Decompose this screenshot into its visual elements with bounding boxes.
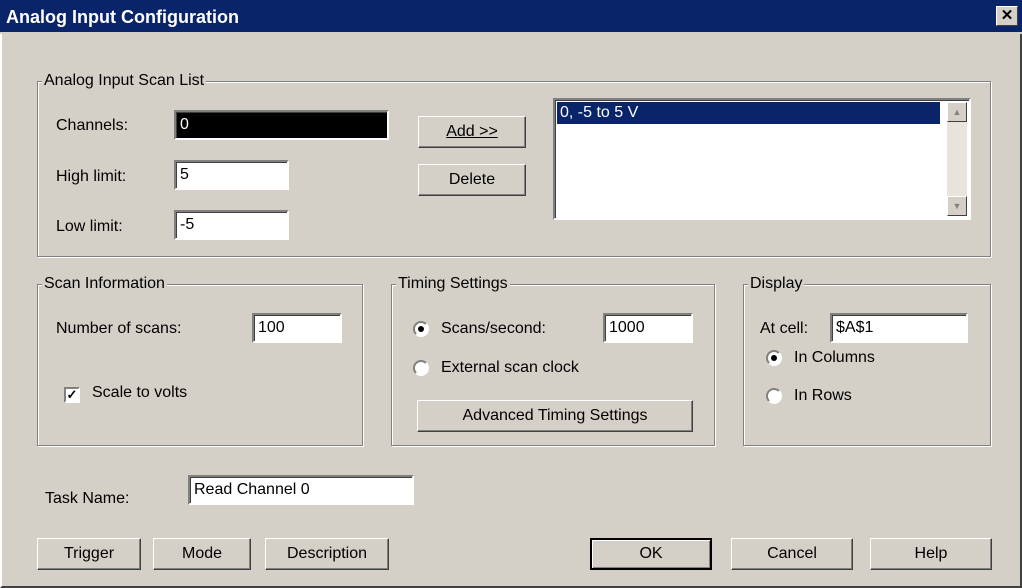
scan-info-group: Scan Information: [37, 275, 363, 446]
task-name-label: Task Name:: [45, 490, 130, 507]
help-button-label: Help: [914, 545, 948, 562]
mode-button-label: Mode: [181, 545, 223, 562]
low-limit-input[interactable]: -5: [174, 210, 289, 240]
window-title: Analog Input Configuration: [6, 7, 239, 27]
scale-to-volts-label: Scale to volts: [92, 384, 188, 401]
trigger-button[interactable]: Trigger: [37, 538, 141, 570]
trigger-button-label: Trigger: [63, 545, 115, 562]
timing-legend: Timing Settings: [396, 275, 510, 293]
channels-input[interactable]: 0: [174, 110, 389, 140]
scroll-up-icon[interactable]: ▲: [947, 102, 967, 122]
num-scans-label: Number of scans:: [56, 320, 182, 337]
description-button-label: Description: [286, 545, 368, 562]
scans-per-second-input[interactable]: 1000: [603, 313, 693, 343]
ok-button-label: OK: [639, 545, 663, 562]
title-bar: Analog Input Configuration ✕: [0, 0, 1022, 34]
low-limit-label: Low limit:: [56, 218, 123, 235]
scale-to-volts-checkbox[interactable]: ✓: [64, 387, 80, 403]
scan-list-box[interactable]: 0, -5 to 5 V ▲ ▼: [553, 98, 971, 220]
delete-button[interactable]: Delete: [418, 164, 526, 196]
in-rows-label: In Rows: [794, 387, 852, 404]
advanced-timing-label: Advanced Timing Settings: [462, 407, 648, 424]
in-columns-radio[interactable]: [766, 350, 782, 366]
scans-per-second-radio[interactable]: [413, 321, 429, 337]
description-button[interactable]: Description: [265, 538, 389, 570]
at-cell-label: At cell:: [760, 320, 809, 337]
high-limit-label: High limit:: [56, 168, 127, 185]
help-button[interactable]: Help: [870, 538, 992, 570]
task-name-input[interactable]: Read Channel 0: [188, 475, 414, 505]
close-button[interactable]: ✕: [996, 6, 1018, 26]
add-button[interactable]: Add >>: [418, 116, 526, 148]
scan-list-legend: Analog Input Scan List: [42, 72, 207, 90]
advanced-timing-button[interactable]: Advanced Timing Settings: [417, 400, 693, 432]
in-columns-label: In Columns: [794, 349, 875, 366]
cancel-button-label: Cancel: [767, 545, 817, 562]
add-button-label: Add >>: [446, 123, 498, 140]
ok-button[interactable]: OK: [590, 538, 712, 570]
mode-button[interactable]: Mode: [153, 538, 251, 570]
close-icon: ✕: [1000, 7, 1014, 24]
vertical-scrollbar[interactable]: ▲ ▼: [947, 102, 967, 216]
in-rows-radio[interactable]: [766, 388, 782, 404]
list-item[interactable]: 0, -5 to 5 V: [557, 102, 940, 124]
high-limit-input[interactable]: 5: [174, 160, 289, 190]
channels-label: Channels:: [56, 117, 129, 134]
delete-button-label: Delete: [448, 171, 496, 188]
scan-info-legend: Scan Information: [42, 275, 167, 293]
cancel-button[interactable]: Cancel: [731, 538, 853, 570]
at-cell-input[interactable]: $A$1: [830, 313, 968, 343]
external-clock-label: External scan clock: [441, 359, 579, 376]
external-clock-radio[interactable]: [413, 360, 429, 376]
scans-per-second-label: Scans/second:: [441, 320, 546, 337]
display-legend: Display: [748, 275, 805, 293]
num-scans-input[interactable]: 100: [252, 313, 342, 343]
scroll-down-icon[interactable]: ▼: [947, 196, 967, 216]
